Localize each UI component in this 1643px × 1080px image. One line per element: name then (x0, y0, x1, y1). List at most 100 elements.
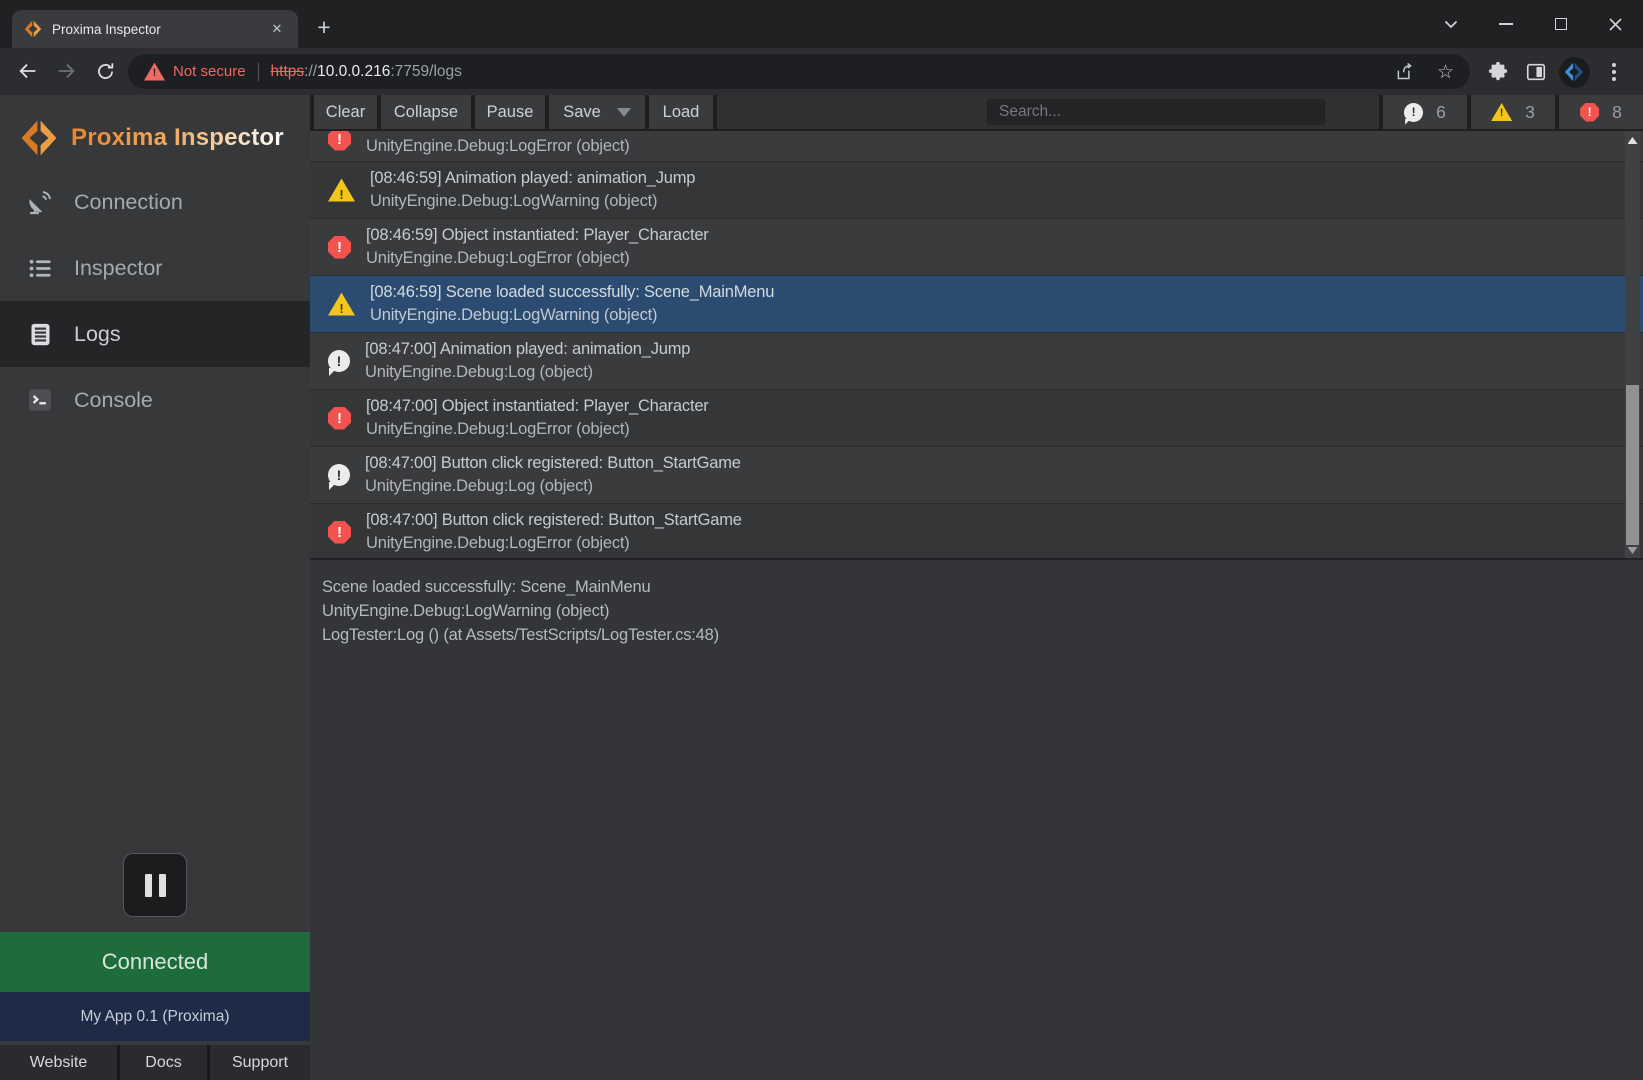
side-panel-icon[interactable] (1520, 56, 1552, 88)
log-entry[interactable]: ! [08:47:00] Animation played: animation… (310, 332, 1643, 389)
info-icon: ! (1404, 103, 1423, 122)
detail-line: Scene loaded successfully: Scene_MainMen… (322, 575, 1643, 599)
info-icon: ! (328, 350, 350, 372)
sidebar-footer: Website Docs Support (0, 1045, 310, 1080)
log-stacktrace: UnityEngine.Debug:Log (object) (365, 475, 741, 498)
load-button[interactable]: Load (649, 95, 713, 129)
sidebar-item-console[interactable]: Console (0, 367, 310, 433)
error-count-badge[interactable]: ! 8 (1559, 95, 1643, 129)
warning-count: 3 (1525, 102, 1535, 123)
log-entry[interactable]: ! [08:47:00] Object instantiated: Player… (310, 389, 1643, 446)
log-stacktrace: UnityEngine.Debug:LogError (object) (366, 247, 709, 270)
log-stacktrace: UnityEngine.Debug:LogError (object) (366, 135, 630, 158)
sidebar-nav: Connection Inspector (0, 169, 310, 433)
error-icon: ! (1580, 103, 1599, 122)
extensions-puzzle-icon[interactable] (1482, 56, 1514, 88)
log-entry[interactable]: ! [08:47:00] Button click registered: Bu… (310, 503, 1643, 560)
info-count: 6 (1436, 102, 1446, 123)
url-divider (258, 63, 259, 81)
error-icon: ! (328, 131, 351, 151)
log-message: [08:46:59] Scene loaded successfully: Sc… (370, 281, 774, 304)
window-minimize-button[interactable] (1478, 0, 1533, 48)
warning-icon: ! (328, 293, 355, 316)
log-message: [08:47:00] Object instantiated: Player_C… (366, 395, 709, 418)
browser-navbar: ! Not secure https://10.0.0.216:7759/log… (0, 48, 1643, 95)
new-tab-button[interactable]: + (310, 14, 338, 42)
sidebar-item-label: Connection (74, 190, 183, 215)
share-icon[interactable] (1394, 61, 1415, 82)
url-text: https://10.0.0.216:7759/logs (271, 63, 462, 81)
log-entry[interactable]: ! [08:46:59] Animation played: animation… (310, 161, 1643, 218)
log-entry[interactable]: ! [08:46:59] Object instantiated: Player… (310, 218, 1643, 275)
window-close-button[interactable] (1588, 0, 1643, 48)
brand-title: Proxima Inspector (71, 124, 284, 152)
save-button[interactable]: Save (549, 95, 645, 129)
scrollbar[interactable] (1625, 131, 1640, 560)
app-info-bar: My App 0.1 (Proxima) (0, 992, 310, 1041)
proxima-logo-icon (20, 119, 58, 157)
terminal-icon (24, 386, 56, 414)
tab-search-chevron-icon[interactable] (1423, 0, 1478, 48)
footer-link-docs[interactable]: Docs (120, 1045, 207, 1080)
not-secure-label: Not secure (173, 63, 246, 80)
log-stacktrace: UnityEngine.Debug:LogError (object) (366, 532, 742, 555)
scrollbar-thumb[interactable] (1626, 385, 1639, 545)
search-input[interactable] (987, 99, 1325, 125)
log-entry[interactable]: ! [08:47:00] Button click registered: Bu… (310, 446, 1643, 503)
clear-button[interactable]: Clear (314, 95, 377, 129)
log-stacktrace: UnityEngine.Debug:LogWarning (object) (370, 304, 774, 327)
url-host: 10.0.0.216 (317, 63, 390, 80)
bookmark-star-icon[interactable]: ☆ (1437, 61, 1454, 83)
save-dropdown-icon[interactable] (617, 108, 631, 117)
reload-icon[interactable] (89, 55, 121, 87)
url-path: :7759/logs (390, 63, 462, 80)
collapse-button[interactable]: Collapse (381, 95, 471, 129)
url-separator: :// (304, 63, 317, 80)
sidebar-item-inspector[interactable]: Inspector (0, 235, 310, 301)
log-list: ! UnityEngine.Debug:LogError (object) ! … (310, 131, 1643, 560)
browser-tab[interactable]: Proxima Inspector ✕ (12, 10, 298, 48)
log-entry[interactable]: ! UnityEngine.Debug:LogError (object) (310, 131, 1643, 161)
error-count: 8 (1612, 102, 1622, 123)
sidebar-item-logs[interactable]: Logs (0, 301, 310, 367)
forward-icon[interactable] (50, 55, 82, 87)
satellite-icon (24, 188, 56, 216)
document-icon (24, 321, 56, 348)
list-icon (24, 255, 56, 282)
sidebar-item-connection[interactable]: Connection (0, 169, 310, 235)
warning-count-badge[interactable]: ! 3 (1471, 95, 1555, 129)
warning-icon: ! (328, 179, 355, 202)
log-detail-pane: Scene loaded successfully: Scene_MainMen… (310, 560, 1643, 647)
warning-icon: ! (1491, 103, 1512, 121)
connection-status-badge: Connected (0, 932, 310, 992)
scroll-up-icon[interactable] (1628, 137, 1638, 144)
log-message: [08:47:00] Animation played: animation_J… (365, 338, 690, 361)
footer-link-support[interactable]: Support (210, 1045, 310, 1080)
log-message: [08:47:00] Button click registered: Butt… (365, 452, 741, 475)
log-stacktrace: UnityEngine.Debug:Log (object) (365, 361, 690, 384)
back-icon[interactable] (12, 55, 44, 87)
pause-stream-button[interactable] (123, 853, 187, 917)
window-maximize-button[interactable] (1533, 0, 1588, 48)
info-count-badge[interactable]: ! 6 (1383, 95, 1467, 129)
sidebar-item-label: Inspector (74, 256, 162, 281)
browser-menu-icon[interactable] (1598, 56, 1630, 88)
sidebar-item-label: Console (74, 388, 153, 413)
url-scheme: https (271, 63, 305, 80)
log-message: [08:46:59] Object instantiated: Player_C… (366, 224, 709, 247)
detail-line: UnityEngine.Debug:LogWarning (object) (322, 599, 1643, 623)
tab-close-icon[interactable]: ✕ (268, 20, 286, 38)
sidebar: Proxima Inspector Connection (0, 95, 310, 1080)
profile-avatar[interactable] (1558, 56, 1590, 88)
footer-link-website[interactable]: Website (0, 1045, 117, 1080)
log-entry[interactable]: ! [08:46:59] Scene loaded successfully: … (310, 275, 1643, 332)
log-message: [08:47:00] Button click registered: Butt… (366, 509, 742, 532)
address-bar[interactable]: ! Not secure https://10.0.0.216:7759/log… (128, 54, 1470, 89)
tab-title: Proxima Inspector (52, 22, 258, 37)
scroll-down-icon[interactable] (1628, 547, 1638, 554)
detail-line: LogTester:Log () (at Assets/TestScripts/… (322, 623, 1643, 647)
browser-window: Proxima Inspector ✕ + ! Not secure (0, 0, 1643, 1080)
pause-button[interactable]: Pause (475, 95, 545, 129)
log-message: [08:46:59] Animation played: animation_J… (370, 167, 695, 190)
log-stacktrace: UnityEngine.Debug:LogError (object) (366, 418, 709, 441)
